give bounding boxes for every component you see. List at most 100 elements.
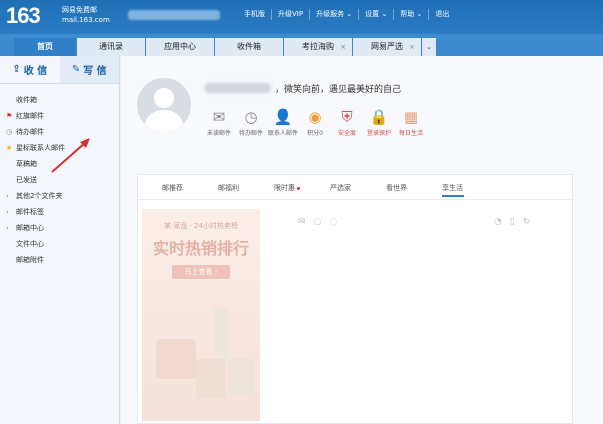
folder-mark-icon: › bbox=[6, 208, 9, 216]
receive-icon: ⇪ bbox=[12, 64, 21, 75]
folder-label: 草稿箱 bbox=[16, 160, 37, 168]
folder-mark-icon: ★ bbox=[6, 144, 13, 152]
top-menu-item[interactable]: 升级VIP bbox=[271, 9, 309, 20]
tab-label: 通讯录 bbox=[99, 42, 123, 51]
top-menu: 手机版 升级VIP 升级服务 ⌄ 设置 ⌄ 帮助 ⌄ 退出 bbox=[238, 9, 455, 20]
feed-tab-label: 邮推荐 bbox=[162, 184, 183, 192]
product-bottle-image bbox=[214, 307, 228, 367]
top-menu-item[interactable]: 帮助 ⌄ bbox=[393, 9, 428, 20]
new-dot-icon bbox=[297, 186, 300, 190]
product-box-image bbox=[228, 359, 254, 395]
red-arrow-annotation bbox=[51, 138, 90, 173]
receive-label: 收 信 bbox=[23, 66, 48, 77]
feed-tab[interactable]: 邮福利 bbox=[218, 183, 274, 193]
logo-163[interactable]: 163 bbox=[6, 3, 41, 29]
feed-tab[interactable]: 限时惠 bbox=[274, 183, 330, 193]
feed-tab-label: 邮福利 bbox=[218, 184, 239, 192]
promo-cta-button[interactable]: 马上查看 › bbox=[172, 265, 230, 279]
quick-link-label: 每日生活 bbox=[398, 130, 423, 137]
folder-item[interactable]: 收件箱 bbox=[0, 92, 119, 108]
trash-icon[interactable]: ▯ bbox=[510, 217, 515, 227]
top-menu-item[interactable]: 设置 ⌄ bbox=[358, 9, 393, 20]
write-button[interactable]: ✎ 写 信 bbox=[59, 56, 119, 83]
quick-link-label: 联系人邮件 bbox=[267, 130, 298, 137]
folder-label: 待办邮件 bbox=[16, 128, 44, 136]
compose-row: ⇪ 收 信 ✎ 写 信 bbox=[0, 56, 119, 84]
quick-link-label: 未读邮件 bbox=[206, 130, 231, 137]
folder-label: 邮箱中心 bbox=[16, 224, 44, 232]
quick-link-icon: ◷ bbox=[244, 108, 258, 126]
feed-tab[interactable]: 享生活 bbox=[442, 183, 498, 197]
product-box-image bbox=[196, 359, 226, 399]
feed-actions-right: ◔ ▯ ↻ bbox=[494, 217, 530, 227]
avatar-head bbox=[154, 88, 174, 108]
promo-subtitle: 某·家品 · 24小时热卖榜 bbox=[164, 222, 238, 230]
folder-label: 邮箱附件 bbox=[16, 256, 44, 264]
quick-link[interactable]: ▦ 每日生活 bbox=[395, 106, 427, 137]
feed-tab-label: 看世界 bbox=[386, 184, 407, 192]
bubble-icon[interactable]: ○ bbox=[314, 217, 322, 227]
folder-item[interactable]: ⚑ 红旗邮件 bbox=[0, 108, 119, 124]
folder-mark-icon: ⚑ bbox=[6, 112, 13, 120]
receive-button[interactable]: ⇪ 收 信 bbox=[0, 56, 60, 83]
quick-link[interactable]: ◷ 待办邮件 bbox=[235, 106, 267, 137]
quick-link[interactable]: ✉ 未读邮件 bbox=[203, 106, 235, 137]
folder-label: 邮件标签 bbox=[16, 208, 44, 216]
feed-tabs: 邮推荐 邮福利 限时惠 严选家 看世界 享生活 bbox=[162, 183, 498, 197]
quick-links: ✉ 未读邮件 ◷ 待办邮件 👤 联系人邮件 ◉ 积分0 ⛨ 安全度 🔒 登录保护 ▦ 每日生活 bbox=[203, 106, 427, 137]
tab-item[interactable]: 通讯录 bbox=[77, 38, 145, 56]
tab-more-icon[interactable]: ⌄ bbox=[422, 38, 436, 56]
tab-close-icon[interactable]: × bbox=[340, 38, 346, 56]
folder-mark-icon: ◷ bbox=[6, 128, 13, 136]
tab-item[interactable]: 首页 bbox=[14, 38, 76, 56]
folder-item[interactable]: › 邮件标签 bbox=[0, 204, 119, 220]
refresh-icon[interactable]: ↻ bbox=[523, 217, 531, 227]
folder-item[interactable]: 文件中心 bbox=[0, 236, 119, 252]
quick-link-icon: ▦ bbox=[403, 108, 419, 126]
quick-link-icon: ◉ bbox=[308, 108, 322, 126]
quick-link[interactable]: ⛨ 安全度 bbox=[331, 106, 363, 137]
feed-tab[interactable]: 看世界 bbox=[386, 183, 442, 193]
product-box-image bbox=[156, 339, 196, 379]
feed-tab[interactable]: 邮推荐 bbox=[162, 183, 218, 193]
tab-item[interactable]: 收件箱 bbox=[215, 38, 283, 56]
folder-label: 文件中心 bbox=[16, 240, 44, 248]
tab-label: 考拉海购 bbox=[302, 42, 334, 51]
feed-tab-label: 严选家 bbox=[330, 184, 351, 192]
folder-item[interactable]: › 邮箱中心 bbox=[0, 220, 119, 236]
folder-list: 收件箱 ⚑ 红旗邮件 ◷ 待办邮件 ★ 星标联系人邮件 草稿箱 已发送 › 其他2个文件夹 › 邮件标签… bbox=[0, 84, 119, 268]
feed-actions-left: ✉ ○ ◌ bbox=[298, 217, 337, 227]
quick-link-icon: 👤 bbox=[273, 108, 293, 126]
logo-text: 网易免费邮 mail.163.com bbox=[62, 5, 110, 25]
mail-icon[interactable]: ✉ bbox=[298, 217, 306, 227]
promo-title: 实时热销排行 bbox=[152, 239, 249, 258]
main-content: ，微笑向前，遇见最美好的自己 ✉ 未读邮件 ◷ 待办邮件 👤 联系人邮件 ◉ 积分0 ⛨ 安全度 🔒… bbox=[121, 56, 603, 424]
folder-item[interactable]: 已发送 bbox=[0, 172, 119, 188]
thumb-icon[interactable]: ◔ bbox=[494, 217, 502, 227]
quick-link[interactable]: 👤 联系人邮件 bbox=[267, 106, 299, 137]
quick-link[interactable]: ◉ 积分0 bbox=[299, 106, 331, 137]
tab-item[interactable]: 应用中心 bbox=[146, 38, 214, 56]
tab-item[interactable]: 网易严选 × bbox=[353, 38, 421, 56]
top-menu-item[interactable]: 退出 bbox=[428, 9, 455, 20]
promo-banner[interactable]: 某·家品 · 24小时热卖榜 实时热销排行 马上查看 › bbox=[142, 209, 260, 421]
bulb-icon[interactable]: ◌ bbox=[329, 217, 337, 227]
tab-close-icon[interactable]: × bbox=[409, 38, 415, 56]
folder-label: 收件箱 bbox=[16, 96, 37, 104]
write-label: 写 信 bbox=[83, 66, 107, 77]
quick-link-label: 待办邮件 bbox=[238, 130, 263, 137]
folder-label: 其他2个文件夹 bbox=[16, 192, 63, 200]
username-blurred bbox=[205, 83, 271, 93]
tab-item[interactable]: 考拉海购 × bbox=[284, 38, 352, 56]
folder-item[interactable]: 邮箱附件 bbox=[0, 252, 119, 268]
folder-mark-icon: › bbox=[6, 192, 9, 200]
folder-label: 红旗邮件 bbox=[16, 112, 44, 120]
folder-item[interactable]: › 其他2个文件夹 bbox=[0, 188, 119, 204]
quick-link-icon: 🔒 bbox=[369, 108, 389, 126]
top-menu-item[interactable]: 升级服务 ⌄ bbox=[309, 9, 358, 20]
greeting-text: ，微笑向前，遇见最美好的自己 bbox=[275, 85, 402, 95]
quick-link[interactable]: 🔒 登录保护 bbox=[363, 106, 395, 137]
top-menu-item[interactable]: 手机版 bbox=[238, 9, 271, 20]
feed-tab[interactable]: 严选家 bbox=[330, 183, 386, 193]
avatar[interactable] bbox=[137, 78, 191, 132]
